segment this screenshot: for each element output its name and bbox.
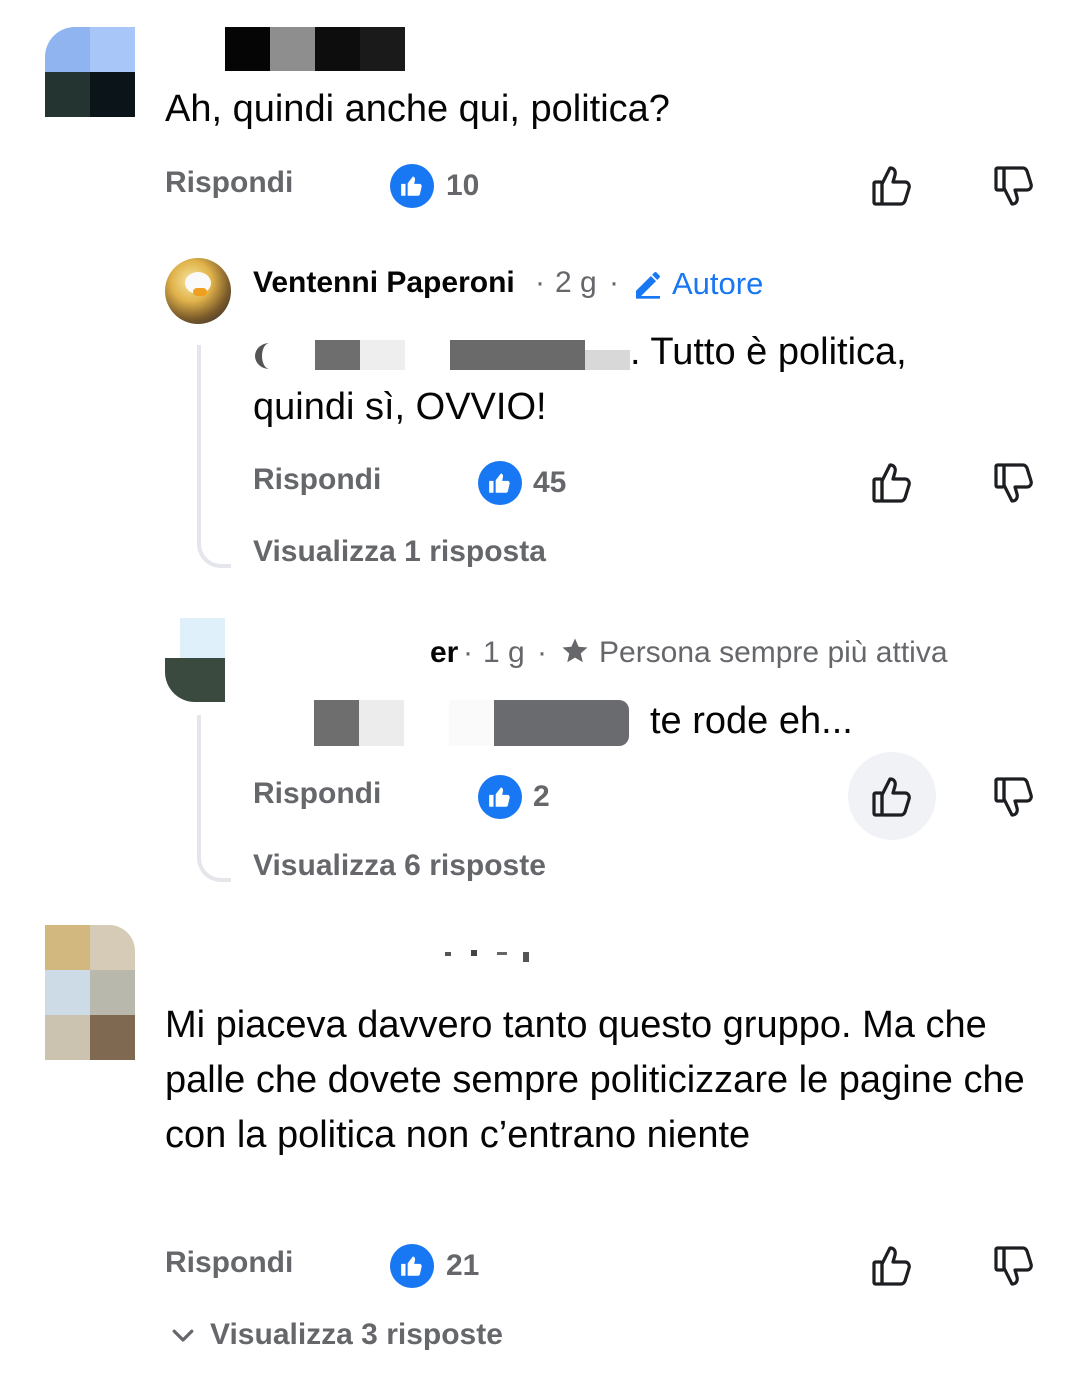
author-name-fragment[interactable]: er — [430, 636, 458, 670]
like-reaction-badge[interactable] — [390, 1244, 434, 1288]
pencil-icon — [636, 272, 660, 299]
meta-separator: · — [463, 636, 473, 669]
reply-button[interactable]: Rispondi — [165, 1246, 293, 1280]
thumbs-up-icon[interactable] — [868, 1242, 916, 1290]
thread-corner — [197, 848, 231, 882]
chevron-down-icon — [172, 1329, 194, 1342]
thumbs-down-icon[interactable] — [990, 162, 1038, 210]
thumbs-down-icon[interactable] — [990, 1242, 1038, 1290]
author-name[interactable]: Ventenni Paperoni — [253, 266, 515, 300]
reply-button[interactable]: Rispondi — [165, 166, 293, 200]
thread-line — [197, 345, 201, 535]
comment-text: Mi piaceva davvero tanto questo gruppo. … — [165, 1004, 1025, 1156]
avatar[interactable] — [45, 27, 135, 117]
comment-text: te rode eh... — [650, 700, 853, 742]
view-replies-link[interactable]: Visualizza 6 risposte — [253, 849, 546, 883]
like-count: 21 — [446, 1249, 480, 1282]
star-icon — [562, 638, 588, 663]
timestamp[interactable]: 2 g — [555, 266, 597, 300]
thumbs-down-icon[interactable] — [990, 773, 1038, 821]
author-badge: Autore — [672, 266, 764, 301]
redacted-mention — [314, 700, 634, 746]
comment-text: . Tutto è politica, — [630, 331, 907, 373]
member-badge: Persona sempre più attiva — [599, 636, 948, 669]
thumbs-down-icon[interactable] — [990, 459, 1038, 507]
redacted-author-name — [445, 948, 540, 964]
meta-separator: · — [609, 266, 619, 299]
like-count: 10 — [446, 169, 480, 202]
avatar[interactable] — [45, 925, 135, 1060]
thumbs-up-icon — [489, 473, 510, 493]
like-count: 2 — [533, 780, 550, 813]
like-count: 45 — [533, 466, 567, 499]
thread-corner — [197, 534, 231, 568]
thumbs-up-icon[interactable] — [868, 773, 916, 821]
redacted-mention — [253, 340, 643, 370]
avatar[interactable] — [165, 618, 225, 702]
thumbs-up-icon — [401, 176, 422, 196]
thumbs-up-icon[interactable] — [868, 459, 916, 507]
thumbs-up-icon — [489, 787, 510, 807]
view-replies-toggle[interactable]: Visualizza 3 risposte — [168, 1318, 503, 1352]
avatar[interactable] — [165, 258, 231, 324]
reply-button[interactable]: Rispondi — [253, 777, 381, 811]
timestamp[interactable]: 1 g — [483, 636, 525, 670]
reply-button[interactable]: Rispondi — [253, 463, 381, 497]
thumbs-up-icon — [401, 1256, 422, 1276]
meta-separator: · — [537, 636, 547, 669]
thumbs-up-icon[interactable] — [868, 162, 916, 210]
like-reaction-badge[interactable] — [478, 461, 522, 505]
meta-separator: · — [535, 266, 545, 299]
view-replies-link[interactable]: Visualizza 3 risposte — [210, 1318, 503, 1352]
thread-line — [197, 715, 201, 849]
like-reaction-badge[interactable] — [478, 775, 522, 819]
view-replies-link[interactable]: Visualizza 1 risposta — [253, 535, 546, 569]
like-reaction-badge[interactable] — [390, 164, 434, 208]
comment-text-line-2: quindi sì, OVVIO! — [253, 386, 547, 428]
redacted-author-name — [225, 27, 405, 71]
comment-text: Ah, quindi anche qui, politica? — [165, 88, 670, 130]
